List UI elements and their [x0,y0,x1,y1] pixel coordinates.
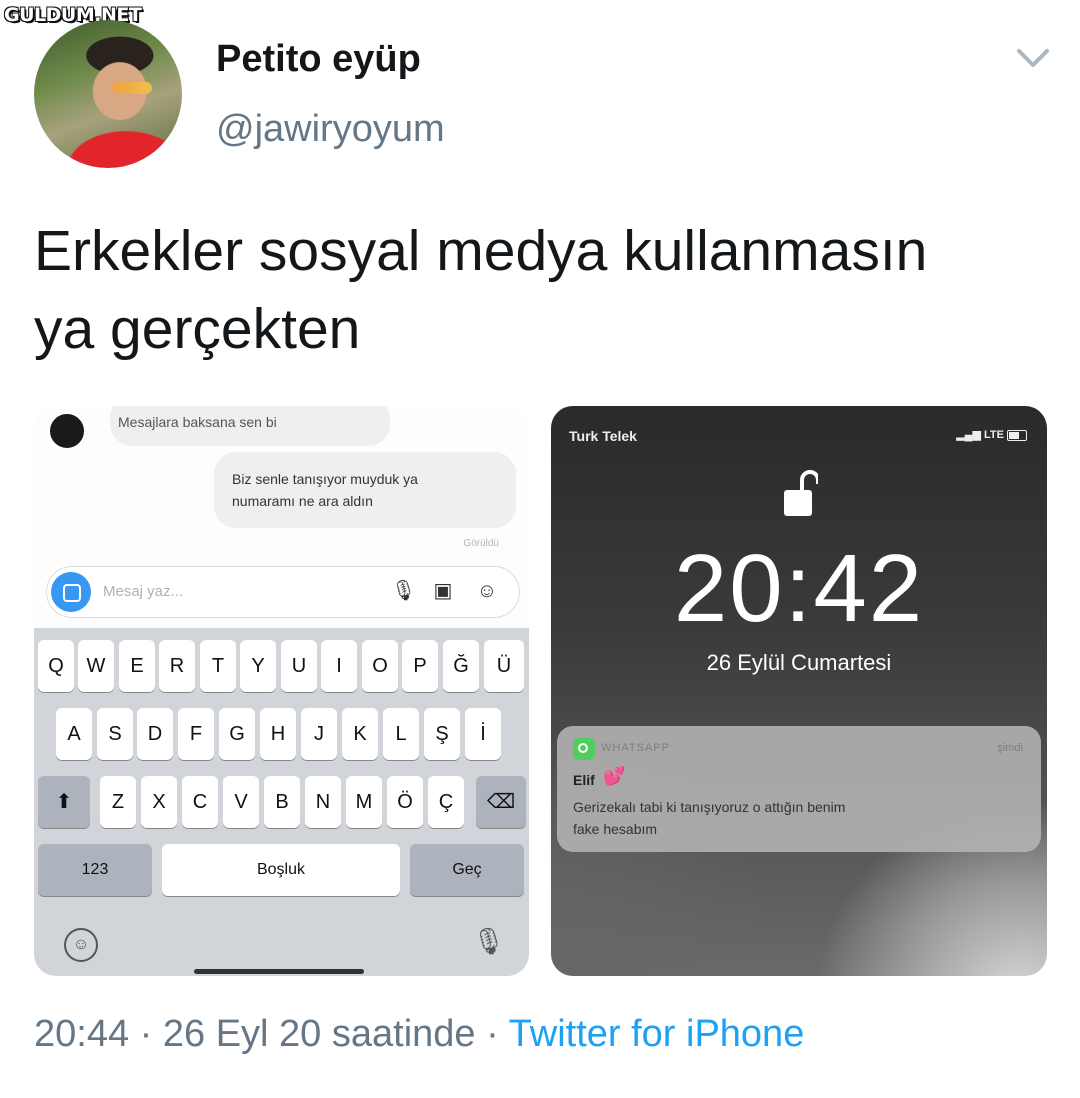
tweet-image-lock-screen[interactable]: Turk Telek ▂▄▆ LTE 20:42 26 Eylül Cumart… [551,406,1047,976]
lock-screen-clock: 20:42 [673,535,925,642]
seen-label: Görüldü [463,538,499,549]
backspace-key[interactable]: ⌫ [476,776,526,828]
sticker-icon[interactable]: ☺ [475,579,499,603]
tweet-text-line-1: Erkekler sosyal medya kullanmasın [34,219,928,283]
sender-avatar [48,412,86,450]
outgoing-message: Biz senle tanışıyor muyduk ya numaramı n… [214,452,516,528]
key[interactable]: R [159,640,195,692]
key[interactable]: K [342,708,378,760]
network-type: LTE [983,429,1004,441]
outgoing-message-line-2: numaramı ne ara aldın [232,493,373,509]
key[interactable]: B [264,776,300,828]
notification-time: şimdi [997,742,1023,754]
tweet-date[interactable]: 26 Eyl 20 saatinde [163,1013,476,1055]
key[interactable]: Ğ [443,640,479,692]
keyboard-row-3: ⬆ Z X C V B N M Ö Ç ⌫ [34,776,529,836]
notification-app-name: WHATSAPP [601,742,670,754]
key[interactable]: H [260,708,296,760]
author-display-name[interactable]: Petito eyüp [216,38,421,81]
key[interactable]: U [281,640,317,692]
key[interactable]: D [137,708,173,760]
space-key[interactable]: Boşluk [162,844,400,896]
key[interactable]: Y [240,640,276,692]
key[interactable]: N [305,776,341,828]
keyboard-row-2: A S D F G H J K L Ş İ [34,708,529,768]
keyboard-row-4: 123 Boşluk Geç [34,844,529,904]
author-avatar[interactable] [34,20,182,168]
numbers-key[interactable]: 123 [38,844,152,896]
gallery-icon[interactable]: ▣ [431,579,455,603]
author-handle[interactable]: @jawiryoyum [216,108,445,151]
message-input-placeholder[interactable]: Mesaj yaz... [103,583,183,600]
key[interactable]: Ü [484,640,524,692]
notification-body: Gerizekalı tabi ki tanışıyoruz o attığın… [573,796,1013,840]
return-key[interactable]: Geç [410,844,524,896]
meta-separator: · [129,1013,163,1055]
emoji-icon[interactable]: ☺ [64,928,98,962]
tweet-text: Erkekler sosyal medya kullanmasın ya ger… [34,212,1044,368]
key[interactable]: Ö [387,776,423,828]
chevron-down-icon[interactable] [1016,46,1050,70]
whatsapp-notification[interactable]: WHATSAPP şimdi Elif 💕 Gerizekalı tabi ki… [557,726,1041,852]
key[interactable]: F [178,708,214,760]
tweet-metadata: 20:44 · 26 Eyl 20 saatinde · Twitter for… [34,1013,804,1056]
signal-icon: ▂▄▆ [956,429,981,441]
key[interactable]: W [78,640,114,692]
status-bar: ▂▄▆ LTE [956,428,1027,441]
key[interactable]: Z [100,776,136,828]
key[interactable]: I [321,640,357,692]
key[interactable]: C [182,776,218,828]
key[interactable]: T [200,640,236,692]
tweet-source-link[interactable]: Twitter for iPhone [509,1013,805,1055]
avatar-sunglasses [112,82,152,94]
notification-body-line-2: fake hesabım [573,821,658,837]
notification-body-line-1: Gerizekalı tabi ki tanışıyoruz o attığın… [573,799,846,815]
incoming-message: Mesajlara baksana sen bi [110,406,390,446]
meta-separator: · [475,1013,509,1055]
unlocked-padlock-icon [784,470,818,516]
key[interactable]: İ [465,708,501,760]
whatsapp-icon [573,738,595,760]
key[interactable]: L [383,708,419,760]
key[interactable]: Ç [428,776,464,828]
home-indicator [194,969,364,974]
tweet-time[interactable]: 20:44 [34,1013,129,1055]
lock-screen-date: 26 Eylül Cumartesi [706,650,892,675]
key[interactable]: M [346,776,382,828]
battery-icon [1007,429,1027,441]
tweet-image-instagram-dm[interactable]: Mesajlara baksana sen bi Biz senle tanış… [34,406,529,976]
key[interactable]: S [97,708,133,760]
key[interactable]: P [402,640,438,692]
carrier-name: Turk Telek [569,428,637,444]
key[interactable]: Ş [424,708,460,760]
camera-icon[interactable] [51,572,91,612]
tweet-text-line-2: ya gerçekten [34,297,361,361]
dictation-mic-icon[interactable]: 🎙 [472,926,505,957]
key[interactable]: E [119,640,155,692]
key[interactable]: O [362,640,398,692]
heart-icon: 💕 [603,766,626,786]
key[interactable]: X [141,776,177,828]
microphone-icon[interactable]: 🎙 [391,579,416,603]
key[interactable]: J [301,708,337,760]
shift-key[interactable]: ⬆ [38,776,90,828]
notification-sender: Elif [573,772,595,788]
keyboard: Q W E R T Y U I O P Ğ Ü A S D F G H J K … [34,628,529,976]
outgoing-message-line-1: Biz senle tanışıyor muyduk ya [232,471,418,487]
key[interactable]: A [56,708,92,760]
keyboard-row-1: Q W E R T Y U I O P Ğ Ü [34,640,529,700]
key[interactable]: V [223,776,259,828]
key[interactable]: G [219,708,255,760]
message-input-bar[interactable]: Mesaj yaz... 🎙 ▣ ☺ [46,566,520,618]
key[interactable]: Q [38,640,74,692]
